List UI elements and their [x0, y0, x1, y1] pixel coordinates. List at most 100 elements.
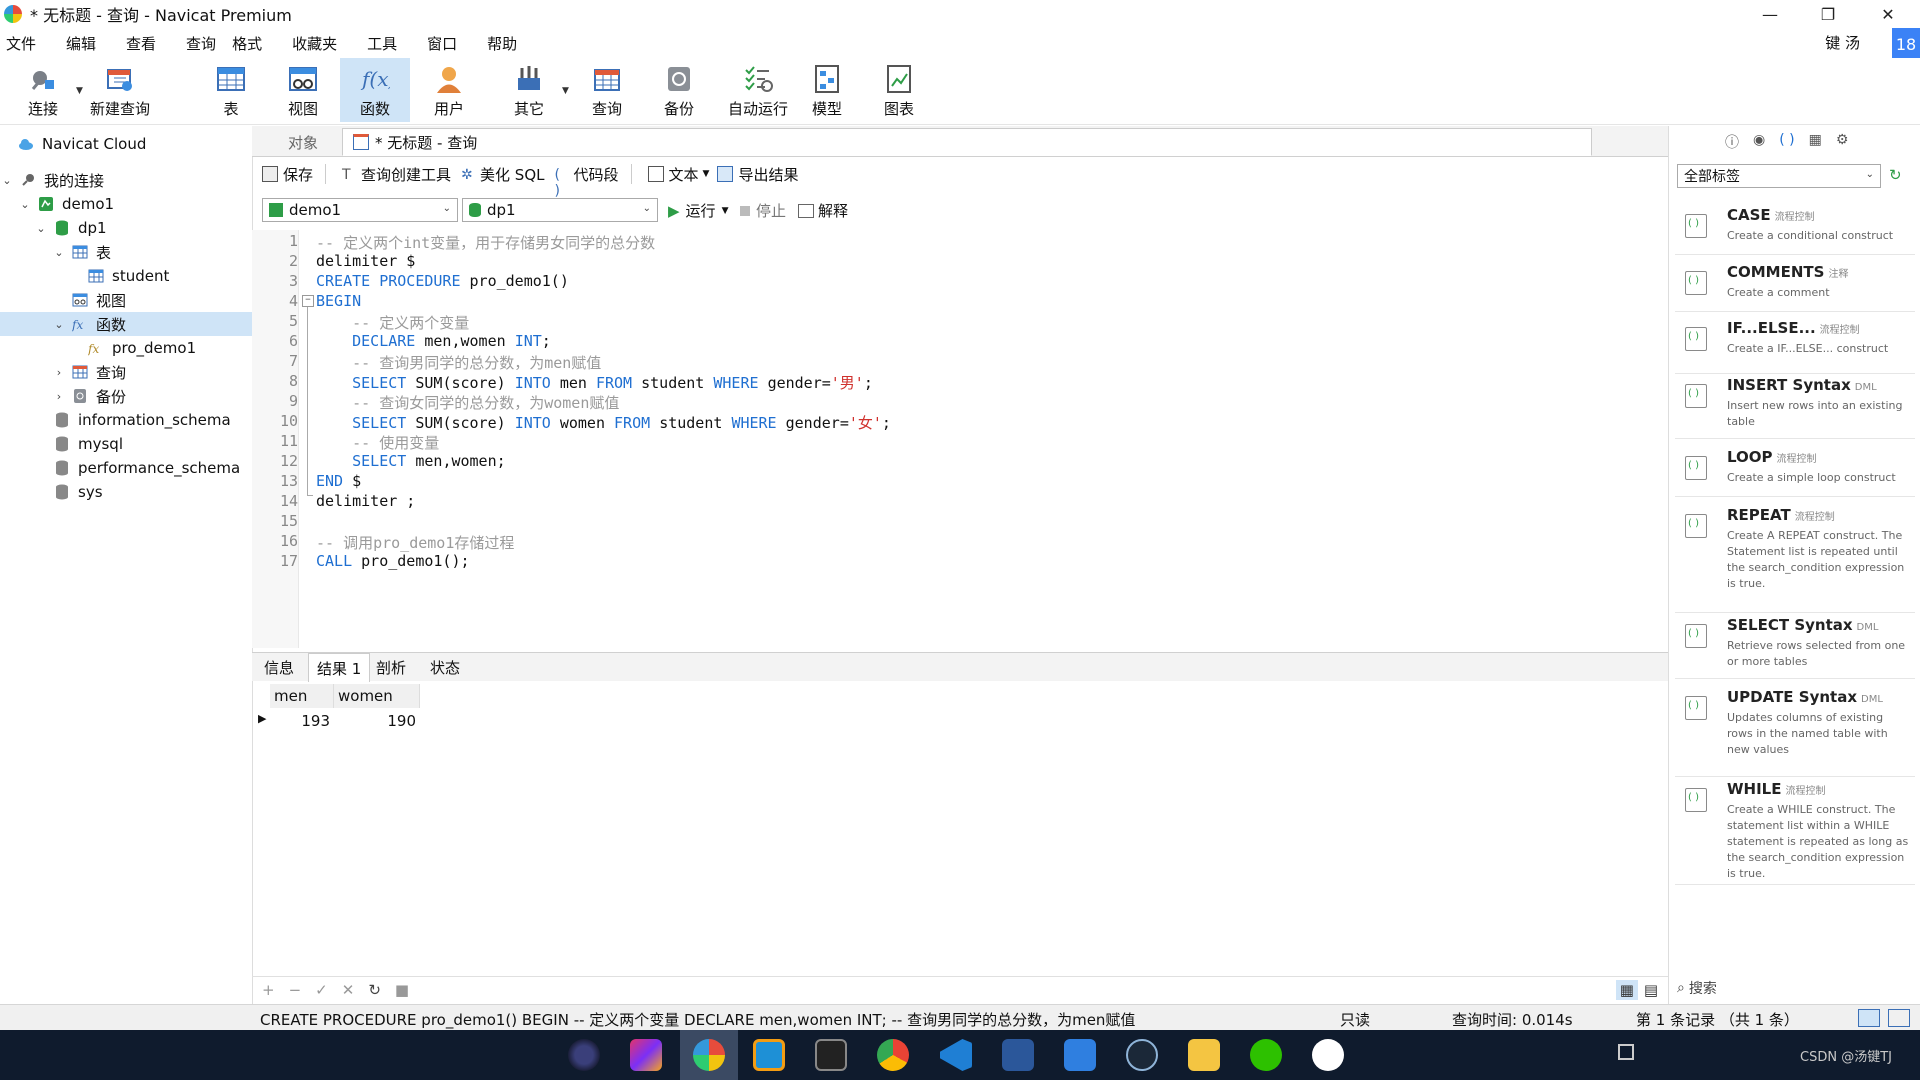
eclipse-taskbar-icon[interactable]	[568, 1039, 600, 1071]
tree-db-performance-schema[interactable]: performance_schema	[54, 456, 240, 480]
tab-query[interactable]: * 无标题 - 查询	[342, 128, 1592, 156]
tree-functions[interactable]: ⌄ fx 函数	[0, 312, 252, 336]
menu-window[interactable]: 窗口	[421, 33, 465, 54]
menu-edit[interactable]: 编辑	[60, 33, 104, 54]
wechat-taskbar-icon[interactable]	[1250, 1039, 1282, 1071]
refresh-icon[interactable]: ↻	[368, 981, 381, 999]
terminal-taskbar-icon[interactable]	[815, 1039, 847, 1071]
tab-objects[interactable]: 对象	[278, 128, 328, 156]
menu-view[interactable]: 查看	[120, 33, 164, 54]
menu-favorites[interactable]: 收藏夹	[286, 33, 345, 54]
tree-db-information-schema[interactable]: information_schema	[54, 408, 231, 432]
chevron-right-icon[interactable]: ›	[52, 366, 66, 379]
refresh-icon[interactable]: ↻	[1889, 166, 1902, 184]
export-results-button[interactable]: 导出结果	[717, 164, 798, 185]
stop-square-icon[interactable]: ■	[395, 981, 409, 999]
toolbar-connect-button[interactable]: 连接	[8, 58, 78, 122]
snippet-item[interactable]: SELECT SyntaxDML Retrieve rows selected f…	[1675, 614, 1915, 679]
file-explorer-taskbar-icon[interactable]	[1188, 1039, 1220, 1071]
tab-status[interactable]: 状态	[422, 653, 468, 681]
tree-db-mysql[interactable]: mysql	[54, 432, 123, 456]
tab-result-1[interactable]: 结果 1	[308, 653, 371, 682]
vscode-taskbar-icon[interactable]	[940, 1039, 972, 1071]
todo-taskbar-icon[interactable]	[1064, 1039, 1096, 1071]
toolbar-backup-button[interactable]: 备份	[644, 58, 714, 122]
toolbar-table-button[interactable]: 表	[196, 58, 266, 122]
navicat-taskbar-icon[interactable]	[693, 1039, 725, 1071]
snippet-item[interactable]: UPDATE SyntaxDML Updates columns of exist…	[1675, 686, 1915, 777]
user-badge[interactable]: 18	[1892, 28, 1920, 60]
tree-function-pro-demo1[interactable]: fx pro_demo1	[87, 336, 196, 360]
menu-tools[interactable]: 工具	[361, 33, 405, 54]
restore-button[interactable]: ❐	[1800, 0, 1856, 28]
vmware-taskbar-icon[interactable]	[753, 1039, 785, 1071]
layout-right-icon[interactable]	[1888, 1009, 1910, 1027]
fold-toggle-begin[interactable]: −	[302, 295, 314, 307]
form-view-icon[interactable]: ▤	[1644, 981, 1658, 999]
toolbar-other-button[interactable]: 其它	[494, 58, 564, 122]
cell-women[interactable]: 190	[334, 710, 420, 732]
info-icon[interactable]: ⓘ	[1725, 132, 1739, 152]
snippet-item[interactable]: COMMENTS注释 Create a comment	[1675, 261, 1915, 312]
tree-db-sys[interactable]: sys	[54, 480, 103, 504]
snippet-braces-icon[interactable]: ( )	[1779, 132, 1794, 152]
tree-tables[interactable]: ⌄ 表	[52, 240, 111, 264]
minimize-button[interactable]: —	[1742, 0, 1798, 28]
grid-view-icon[interactable]: ▦	[1615, 980, 1638, 1000]
user-name[interactable]: 键 汤	[1825, 32, 1860, 53]
toolbar-new-query-button[interactable]: 新建查询	[86, 58, 154, 122]
tree-views[interactable]: 视图	[72, 288, 126, 312]
column-header-women[interactable]: women	[334, 684, 420, 708]
stop-button[interactable]: 停止	[740, 200, 786, 221]
chevron-down-icon[interactable]: ⌄	[18, 198, 32, 211]
chevron-down-icon[interactable]: ⌄	[52, 318, 66, 331]
snippet-item[interactable]: CASE流程控制 Create a conditional construct	[1675, 204, 1915, 255]
apply-icon[interactable]: ✓	[315, 981, 328, 999]
snippet-item[interactable]: LOOP流程控制 Create a simple loop construct	[1675, 446, 1915, 497]
run-button[interactable]: ▶ 运行 ▼	[668, 200, 728, 221]
toolbar-autorun-button[interactable]: 自动运行	[718, 58, 798, 122]
tree-my-connections[interactable]: ⌄ 我的连接	[0, 168, 104, 192]
save-button[interactable]: 保存	[262, 164, 313, 185]
sql-editor[interactable]: 1 2 3 4 5 6 7 8 9 10 11 12 13 14 15 16 17 − -- 定义两个int变量…	[252, 230, 1668, 648]
snippet-item[interactable]: REPEAT流程控制 Create A REPEAT construct. The…	[1675, 504, 1915, 613]
text-mode-button[interactable]: 文本 ▼	[647, 164, 709, 185]
discard-icon[interactable]: ✕	[342, 981, 355, 999]
app-taskbar-icon[interactable]	[1312, 1039, 1344, 1071]
tree-database-dp1[interactable]: ⌄ dp1	[34, 216, 106, 240]
tag-filter-select[interactable]: 全部标签 ⌄	[1677, 164, 1881, 188]
add-row-icon[interactable]: +	[262, 981, 275, 999]
snippet-item[interactable]: INSERT SyntaxDML Insert new rows into an …	[1675, 374, 1915, 439]
cell-men[interactable]: 193	[270, 710, 334, 732]
task-view-icon[interactable]	[1618, 1044, 1634, 1060]
chrome-taskbar-icon[interactable]	[877, 1039, 909, 1071]
explain-button[interactable]: 解释	[798, 200, 848, 221]
code-snippet-button[interactable]: ( ) 代码段	[555, 164, 619, 200]
tree-queries[interactable]: › 查询	[52, 360, 126, 384]
snippet-item[interactable]: IF...ELSE...流程控制 Create a IF...ELSE... co…	[1675, 317, 1915, 374]
toolbar-function-button[interactable]: f(x) 函数	[340, 58, 410, 122]
toolbar-chart-button[interactable]: 图表	[864, 58, 934, 122]
chevron-down-icon[interactable]: ⌄	[52, 246, 66, 259]
delete-row-icon[interactable]: −	[289, 981, 302, 999]
connect-dropdown-caret[interactable]: ▼	[76, 86, 83, 96]
tree-backups[interactable]: › 备份	[52, 384, 126, 408]
intellij-taskbar-icon[interactable]	[630, 1039, 662, 1071]
column-header-men[interactable]: men	[270, 684, 334, 708]
beautify-sql-button[interactable]: ✲ 美化 SQL	[461, 164, 544, 185]
chevron-down-icon[interactable]: ⌄	[0, 174, 14, 187]
tree-connection-demo1[interactable]: ⌄ demo1	[18, 192, 114, 216]
steam-taskbar-icon[interactable]	[1126, 1039, 1158, 1071]
tab-info[interactable]: 信息	[256, 653, 302, 681]
layout-left-icon[interactable]	[1858, 1009, 1880, 1027]
snippet-item[interactable]: WHILE流程控制 Create a WHILE construct. The s…	[1675, 778, 1915, 885]
tree-navicat-cloud[interactable]: Navicat Cloud	[18, 132, 146, 156]
toolbar-user-button[interactable]: 用户	[414, 58, 484, 122]
toolbar-view-button[interactable]: 视图	[268, 58, 338, 122]
toolbar-query-button[interactable]: 查询	[572, 58, 642, 122]
menu-format[interactable]: 格式	[226, 33, 270, 54]
settings-icon[interactable]: ⚙	[1836, 132, 1849, 152]
query-builder-button[interactable]: T 查询创建工具	[342, 164, 451, 185]
toolbar-model-button[interactable]: 模型	[792, 58, 862, 122]
menu-file[interactable]: 文件	[0, 33, 44, 54]
